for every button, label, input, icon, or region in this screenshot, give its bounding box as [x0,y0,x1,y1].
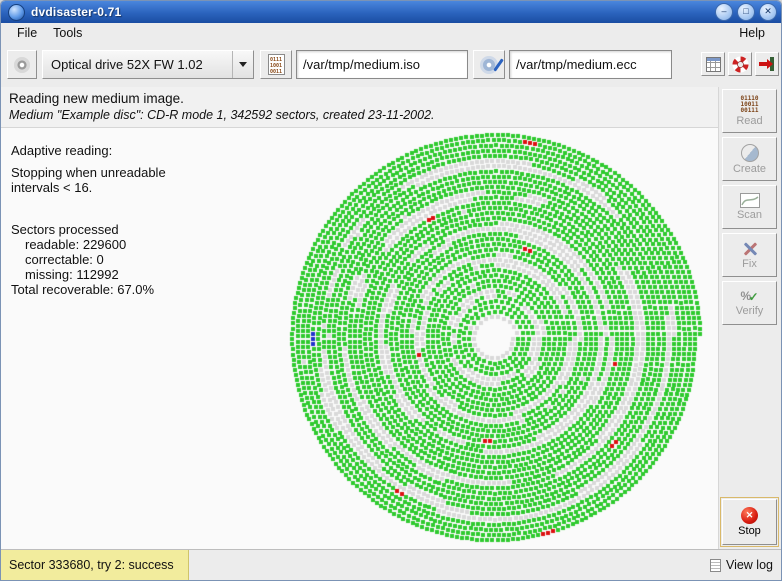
disc-spiral-canvas [277,121,713,557]
fix-button[interactable]: Fix [722,233,777,277]
disc-pencil-icon [480,55,498,74]
stop-button[interactable]: ✕ Stop [720,497,779,547]
maximize-button[interactable]: □ [737,3,755,21]
menu-item-file[interactable]: File [9,25,45,41]
help-button[interactable] [728,52,752,76]
scan-label: Scan [736,209,763,221]
image-file-icon-button[interactable]: 0111 1001 0011 [260,50,292,79]
disc-icon [14,56,30,73]
ecc-file-icon-button[interactable] [473,50,505,79]
quit-arrow-icon [759,57,774,71]
scan-chart-icon [739,193,760,208]
read-button[interactable]: 01110 10011 00111 Read [722,89,777,133]
create-label: Create [732,162,767,175]
drive-select-button[interactable] [7,50,37,79]
stopping-line-1: Stopping when unreadable [11,165,166,180]
app-icon [8,3,25,21]
correctable-row: correctable: 0 [25,252,104,267]
stop-label: Stop [738,525,761,537]
minimize-button[interactable]: – [715,3,733,21]
sector-status-message: Sector 333680, try 2: success [1,550,189,580]
image-file-input[interactable] [296,50,468,79]
adaptive-reading-title: Adaptive reading: [11,143,113,158]
menu-item-help[interactable]: Help [731,25,773,41]
preferences-grid-icon [705,56,721,72]
fix-label: Fix [742,257,757,270]
binary-read-icon: 01110 10011 00111 [740,94,759,114]
app-window: dvdisaster-0.71 – □ ✕ File Tools Help Op… [0,0,782,581]
action-sidebar: 01110 10011 00111 Read Create Scan Fix %… [718,87,781,550]
status-line-1: Reading new medium image. [9,91,184,106]
stopping-line-2: intervals < 16. [11,180,93,195]
binary-file-icon: 0111 1001 0011 [267,54,285,75]
verify-button[interactable]: % ✓ Verify [722,281,777,325]
create-icon [740,143,759,162]
view-log-label: View log [725,558,773,572]
scan-button[interactable]: Scan [722,185,777,229]
ecc-file-input[interactable] [509,50,672,79]
toolbar: Optical drive 52X FW 1.02 0111 1001 0011 [1,43,781,88]
readable-row: readable: 229600 [25,237,127,252]
status-line-2: Medium "Example disc": CD-R mode 1, 3425… [9,108,435,122]
chevron-down-icon [232,51,253,78]
lifebuoy-icon [732,56,748,72]
drive-selector-value: Optical drive 52X FW 1.02 [51,57,203,72]
window-title: dvdisaster-0.71 [31,5,122,19]
create-button[interactable]: Create [722,137,777,181]
statusbar: Sector 333680, try 2: success View log [1,549,781,580]
log-icon [709,558,721,572]
quit-button[interactable] [755,52,779,76]
titlebar[interactable]: dvdisaster-0.71 – □ ✕ [1,1,781,23]
main-area: Reading new medium image. Medium "Exampl… [1,87,719,557]
drive-selector-dropdown[interactable]: Optical drive 52X FW 1.02 [42,50,254,79]
total-recoverable: Total recoverable: 67.0% [11,282,155,297]
missing-row: missing: 112992 [25,267,119,282]
crossed-tools-icon [742,241,758,257]
close-button[interactable]: ✕ [759,3,777,21]
menubar: File Tools Help [1,23,781,43]
stop-icon: ✕ [741,507,758,524]
verify-check-icon: % ✓ [740,288,759,304]
preferences-button[interactable] [701,52,725,76]
reading-info-panel: Adaptive reading: Stopping when unreadab… [11,143,166,297]
view-log-button[interactable]: View log [708,550,775,580]
read-label: Read [736,114,763,127]
verify-label: Verify [735,304,764,317]
sectors-processed-title: Sectors processed [11,222,119,237]
menu-item-tools[interactable]: Tools [45,25,90,41]
